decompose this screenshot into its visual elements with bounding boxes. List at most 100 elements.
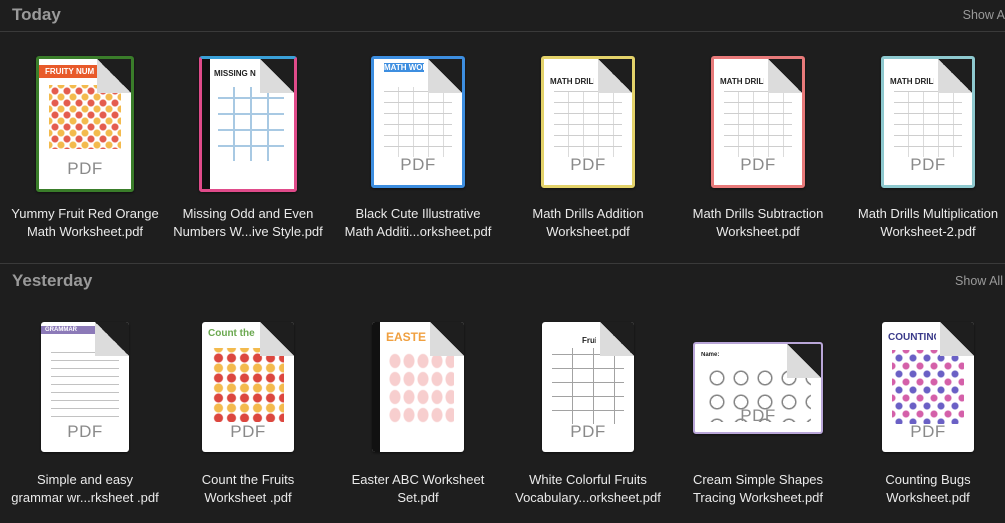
file-item[interactable]: Name: PDF Cream Simple Shapes Tracing Wo… [673, 318, 843, 518]
file-thumbnail: Name: PDF [693, 342, 823, 434]
pdf-badge: PDF [910, 422, 946, 441]
file-name-line2: Math Additi...orksheet.pdf [344, 224, 492, 239]
page-fold-icon [600, 322, 634, 356]
page-fold-icon [598, 59, 632, 93]
bugs-pattern [892, 350, 964, 424]
thumbnail-title: COUNTING [888, 332, 936, 343]
page-fold-icon [768, 59, 802, 93]
divider [0, 263, 1005, 264]
file-item[interactable]: GRAMMAR PDF Simple and easy grammar wr..… [0, 318, 170, 518]
page-fold-icon [260, 59, 294, 93]
file-name-line2: grammar wr...rksheet .pdf [11, 490, 159, 505]
section-header-yesterday: Yesterday Show All [0, 266, 1005, 296]
file-name-line1: White Colorful Fruits [529, 472, 647, 487]
pdf-badge: PDF [570, 155, 606, 174]
text-lines [51, 352, 119, 424]
thumbnail-title: MISSING NU [214, 69, 256, 78]
file-name-line1: Simple and easy [36, 472, 134, 487]
pdf-badge: PDF [740, 406, 776, 425]
page-fold-icon [260, 322, 294, 356]
thumbnail-title: MATH DRILLS: A [550, 77, 594, 86]
pdf-badge: PDF [570, 422, 606, 441]
vocabulary-table [552, 348, 624, 424]
file-name-line1: Yummy Fruit Red Orange [11, 206, 159, 221]
file-name-line1: Math Drills Subtraction [692, 206, 824, 221]
thumbnail-title: MATH DRILLS: MULT [890, 77, 934, 86]
math-problems-grid [894, 91, 962, 157]
file-name-line2: Worksheet-2.pdf [880, 224, 976, 239]
file-thumbnail: EASTER [372, 322, 464, 452]
pdf-badge: PDF [910, 155, 946, 174]
math-problems-grid [554, 91, 622, 157]
math-problems-grid [384, 87, 452, 157]
file-name-line1: Math Drills Multiplication [857, 206, 999, 221]
file-thumbnail: MATH DRILLS: A PDF [541, 56, 635, 188]
file-item[interactable]: MATH DRILLS: SUB PDF Math Drills Subtrac… [673, 52, 843, 252]
number-grid [218, 87, 284, 161]
show-all-button[interactable]: Show All [955, 274, 1003, 288]
file-name-line2: Worksheet .pdf [204, 490, 292, 505]
page-fold-icon [787, 344, 821, 378]
show-all-button[interactable]: Show A [963, 8, 1005, 22]
file-name-line2: Worksheet.pdf [546, 224, 630, 239]
file-thumbnail: MATH DRILLS: SUB PDF [711, 56, 805, 188]
file-name-line2: Numbers W...ive Style.pdf [173, 224, 323, 239]
file-name-line2: Vocabulary...orksheet.pdf [515, 490, 661, 505]
section-title: Yesterday [12, 271, 93, 290]
file-name-line2: Worksheet.pdf [886, 490, 970, 505]
section-title: Today [12, 5, 61, 24]
page-fold-icon [938, 59, 972, 93]
file-thumbnail: FRUITY NUM PDF [36, 56, 134, 192]
pdf-badge: PDF [400, 155, 436, 174]
thumbnail-title: Count the [208, 328, 255, 339]
file-item[interactable]: FRUITY NUM PDF Yummy Fruit Red Orange Ma… [0, 52, 170, 252]
page-fold-icon [97, 59, 131, 93]
fruit-rows [212, 348, 284, 422]
file-name-line2: Math Worksheet.pdf [26, 224, 144, 239]
file-name-line2: Set.pdf [397, 490, 439, 505]
divider [0, 31, 1005, 32]
file-item[interactable]: MATH DRILLS: MULT PDF Math Drills Multip… [843, 52, 1005, 252]
file-thumbnail: Fruits PDF [542, 322, 634, 452]
fruit-pattern [49, 85, 121, 149]
file-item[interactable]: Count the PDF Count the Fruits Worksheet… [163, 318, 333, 518]
pdf-badge: PDF [67, 159, 103, 178]
page-fold-icon [428, 59, 462, 93]
file-name-line1: Counting Bugs [885, 472, 971, 487]
page-fold-icon [95, 322, 129, 356]
thumbnail-title: Fruits [582, 336, 596, 345]
file-name-line2: Tracing Worksheet.pdf [692, 490, 824, 505]
section-header-today: Today Show A [0, 0, 1005, 30]
pdf-badge: PDF [740, 155, 776, 174]
binding-spine [372, 322, 380, 452]
file-item[interactable]: MATH DRILLS: A PDF Math Drills Addition … [503, 52, 673, 252]
file-name-line1: Missing Odd and Even [182, 206, 314, 221]
file-name-line1: Black Cute Illustrative [355, 206, 481, 221]
thumbnail-title: MATH DRILLS: SUB [720, 77, 764, 86]
file-item[interactable]: Fruits PDF White Colorful Fruits Vocabul… [503, 318, 673, 518]
page-fold-icon [430, 322, 464, 356]
file-thumbnail: GRAMMAR PDF [41, 322, 129, 452]
egg-pattern [388, 352, 454, 424]
file-item[interactable]: COUNTING PDF Counting Bugs Worksheet.pdf [843, 318, 1005, 518]
file-item[interactable]: MATH WORK PDF Black Cute Illustrative Ma… [333, 52, 503, 252]
thumbnail-title: MATH WORK [384, 63, 424, 72]
file-thumbnail: MISSING NU [199, 56, 297, 192]
file-item[interactable]: MISSING NU Missing Odd and Even Numbers … [163, 52, 333, 252]
page-fold-icon [940, 322, 974, 356]
file-item[interactable]: EASTER Easter ABC Worksheet Set.pdf [333, 318, 503, 518]
file-name-line2: Worksheet.pdf [716, 224, 800, 239]
thumbnail-title: EASTER [386, 330, 426, 344]
file-name-line1: Math Drills Addition [532, 206, 644, 221]
file-name-line1: Easter ABC Worksheet [351, 472, 485, 487]
file-thumbnail: MATH WORK PDF [371, 56, 465, 188]
file-thumbnail: Count the PDF [202, 322, 294, 452]
math-problems-grid [724, 91, 792, 157]
binding-spine [202, 59, 210, 189]
pdf-badge: PDF [230, 422, 266, 441]
pdf-badge: PDF [67, 422, 103, 441]
thumbnail-title: GRAMMAR [41, 326, 99, 334]
thumbnail-title: Name: [701, 352, 720, 358]
file-name-line1: Cream Simple Shapes [692, 472, 824, 487]
file-name-line1: Count the Fruits [201, 472, 295, 487]
